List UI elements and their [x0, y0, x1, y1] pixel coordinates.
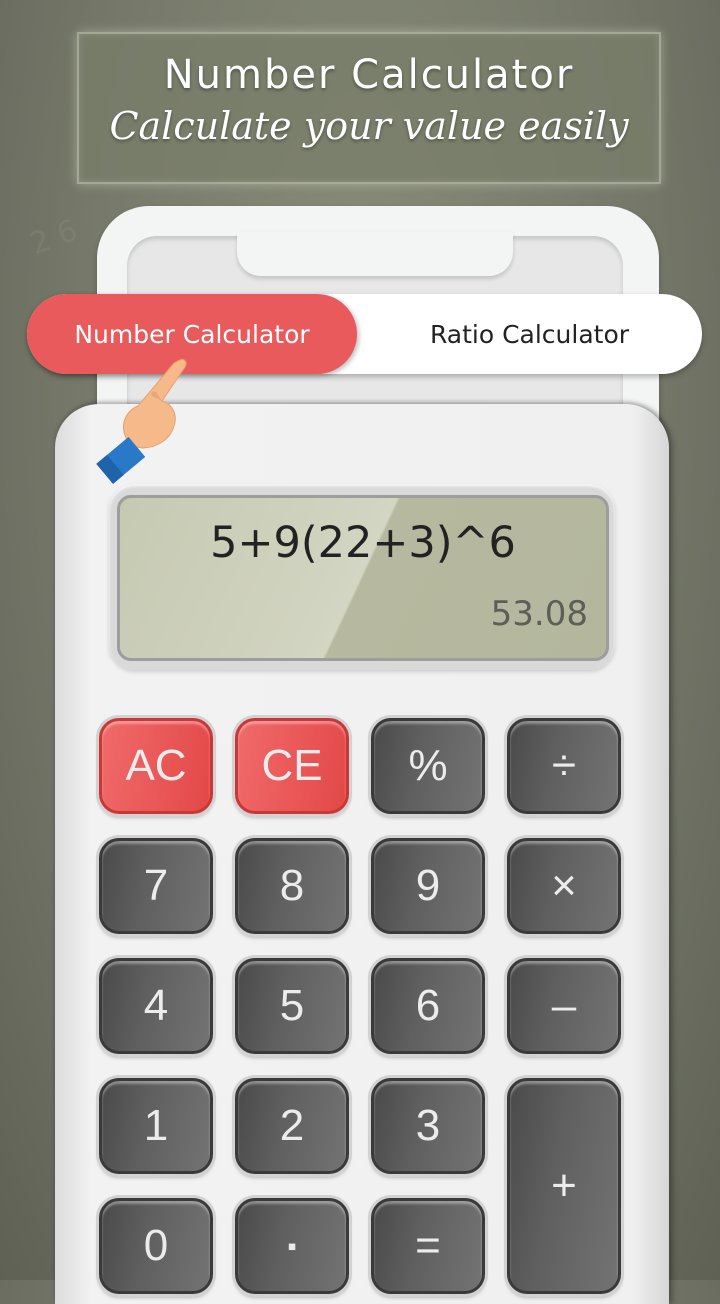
display-frame: 5+9(22+3)^6 53.08: [109, 484, 615, 670]
key-3[interactable]: 3: [371, 1078, 485, 1174]
key-percent[interactable]: %: [371, 718, 485, 814]
key-8[interactable]: 8: [235, 838, 349, 934]
result-text: 53.08: [490, 594, 588, 634]
key-1[interactable]: 1: [99, 1078, 213, 1174]
tab-ratio-calculator[interactable]: Ratio Calculator: [357, 294, 702, 374]
key-7[interactable]: 7: [99, 838, 213, 934]
key-clear-entry[interactable]: CE: [235, 718, 349, 814]
banner-title: Number Calculator: [163, 52, 575, 98]
key-all-clear[interactable]: AC: [99, 718, 213, 814]
phone-notch: [237, 232, 513, 276]
key-5[interactable]: 5: [235, 958, 349, 1054]
key-divide[interactable]: ÷: [507, 718, 621, 814]
key-plus[interactable]: +: [507, 1078, 621, 1294]
lcd-display: 5+9(22+3)^6 53.08: [117, 495, 609, 661]
key-4[interactable]: 4: [99, 958, 213, 1054]
tab-number-calculator[interactable]: Number Calculator: [27, 294, 357, 374]
key-multiply[interactable]: ×: [507, 838, 621, 934]
key-9[interactable]: 9: [371, 838, 485, 934]
key-2[interactable]: 2: [235, 1078, 349, 1174]
promo-banner: Number Calculator Calculate your value e…: [77, 32, 661, 184]
background-decoration: 2 6: [25, 212, 83, 263]
key-minus[interactable]: –: [507, 958, 621, 1054]
pointing-hand-icon: [96, 359, 187, 484]
calculator-body: 5+9(22+3)^6 53.08 AC CE % ÷ 7 8 9 × 4 5 …: [55, 404, 669, 1304]
banner-subtitle: Calculate your value easily: [109, 104, 629, 148]
key-6[interactable]: 6: [371, 958, 485, 1054]
expression-text: 5+9(22+3)^6: [210, 518, 516, 568]
